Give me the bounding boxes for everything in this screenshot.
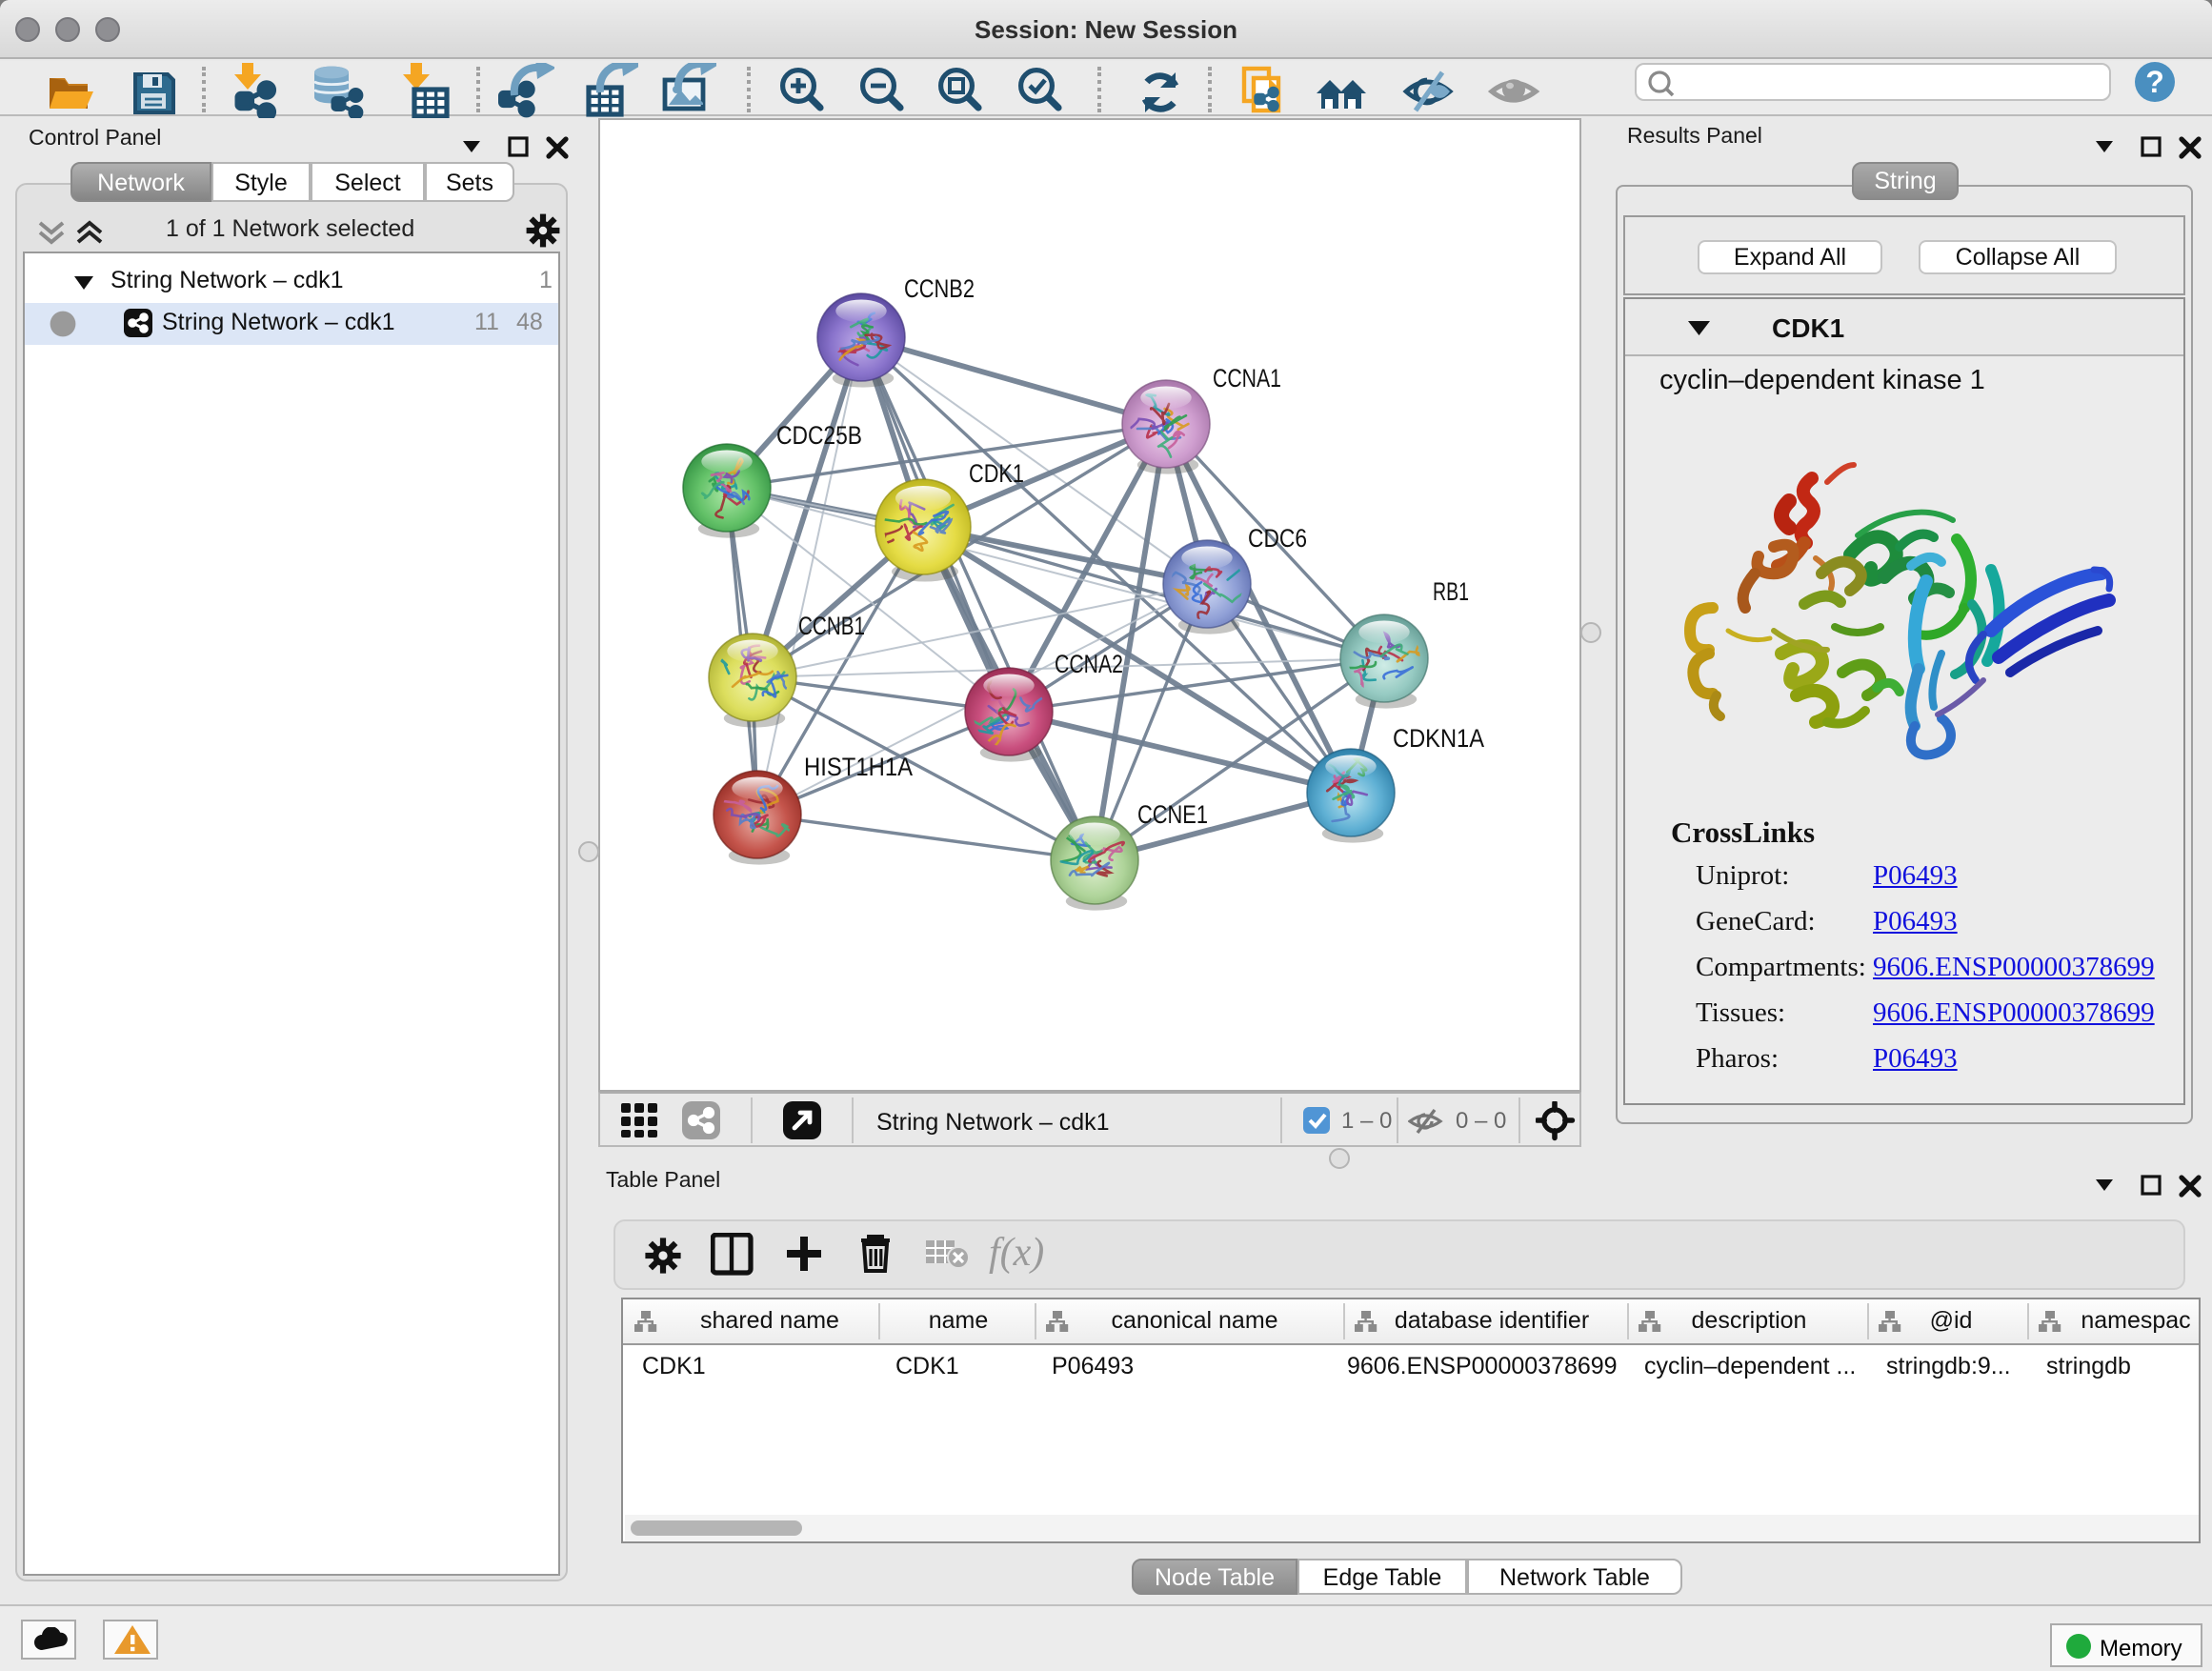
svg-text:RB1: RB1 — [1433, 577, 1469, 606]
svg-text:?: ? — [2145, 65, 2164, 99]
svg-text:CCNB1: CCNB1 — [798, 612, 865, 640]
svg-text:HIST1H1A: HIST1H1A — [804, 753, 913, 781]
svg-text:CCNE1: CCNE1 — [1137, 800, 1208, 829]
svg-text:CDC6: CDC6 — [1248, 524, 1307, 553]
svg-text:CDKN1A: CDKN1A — [1393, 724, 1484, 753]
svg-text:CCNA2: CCNA2 — [1055, 650, 1123, 678]
svg-text:CCNB2: CCNB2 — [904, 274, 975, 303]
svg-text:CDK1: CDK1 — [969, 459, 1024, 488]
svg-text:CDC25B: CDC25B — [776, 421, 862, 450]
svg-text:CCNA1: CCNA1 — [1213, 364, 1281, 393]
